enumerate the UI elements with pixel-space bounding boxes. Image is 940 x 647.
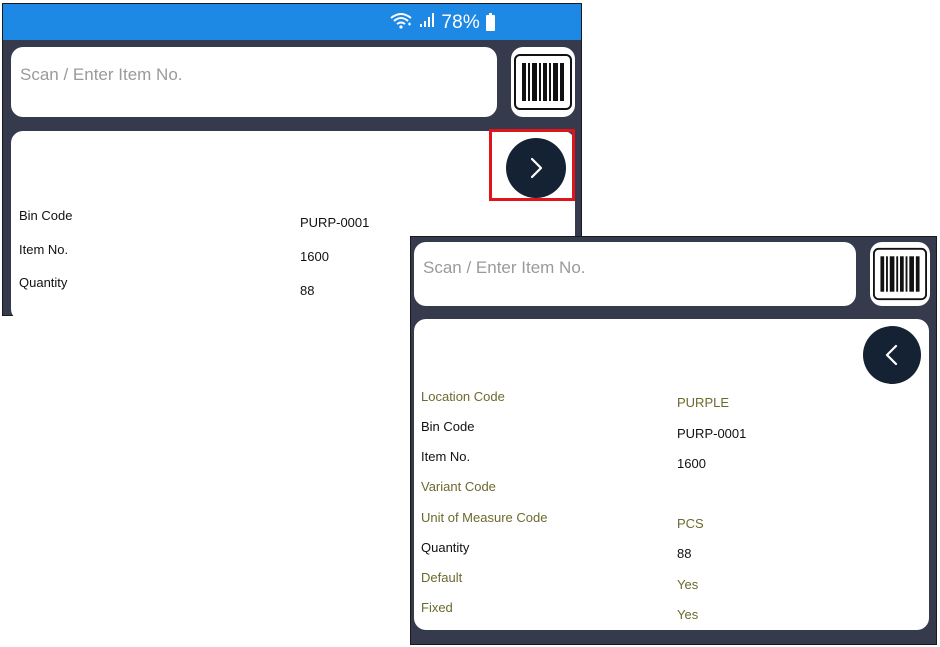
barcode-icon bbox=[514, 54, 572, 110]
status-bar: 78% bbox=[3, 4, 581, 40]
barcode-scan-button[interactable] bbox=[511, 47, 575, 117]
chevron-left-icon bbox=[885, 344, 898, 366]
field-label-bin-code: Bin Code bbox=[421, 419, 475, 434]
field-value-location-code: PURPLE bbox=[677, 395, 730, 410]
field-label-bin-code: Bin Code bbox=[19, 208, 73, 223]
field-label-item-no: Item No. bbox=[421, 449, 471, 464]
item-search-field[interactable] bbox=[414, 242, 856, 306]
field-value-fixed: Yes bbox=[677, 607, 699, 622]
field-value-quantity: 88 bbox=[677, 546, 692, 561]
battery-icon bbox=[486, 12, 495, 31]
field-value-item-no: 1600 bbox=[677, 456, 706, 471]
barcode-scan-button[interactable] bbox=[870, 242, 930, 306]
barcode-icon bbox=[873, 247, 927, 301]
field-value-item-no: 1600 bbox=[300, 249, 329, 264]
field-label-quantity: Quantity bbox=[421, 540, 470, 555]
field-label-unit-of-measure-code: Unit of Measure Code bbox=[421, 510, 548, 525]
field-label-location-code: Location Code bbox=[421, 389, 505, 404]
field-label-default: Default bbox=[421, 570, 463, 585]
wifi-icon bbox=[389, 11, 413, 34]
field-label-variant-code: Variant Code bbox=[421, 479, 496, 494]
field-label-quantity: Quantity bbox=[19, 275, 68, 290]
field-value-unit-of-measure-code: PCS bbox=[677, 516, 704, 531]
item-search-input[interactable] bbox=[421, 257, 856, 279]
field-value-quantity: 88 bbox=[300, 283, 315, 298]
screen-2: Location Code PURPLE Bin Code PURP-0001 … bbox=[410, 236, 937, 645]
field-value-default: Yes bbox=[677, 577, 699, 592]
field-label-fixed: Fixed bbox=[421, 600, 453, 615]
back-button[interactable] bbox=[863, 326, 921, 384]
field-label-item-no: Item No. bbox=[19, 242, 69, 257]
signal-icon bbox=[419, 12, 435, 33]
item-details-card bbox=[414, 319, 929, 630]
item-search-field[interactable] bbox=[11, 47, 497, 117]
battery-percent: 78% bbox=[441, 11, 480, 33]
item-search-input[interactable] bbox=[18, 64, 497, 86]
status-icons: 78% bbox=[389, 11, 495, 34]
field-value-bin-code: PURP-0001 bbox=[677, 426, 747, 441]
next-button-highlight bbox=[489, 129, 575, 201]
field-value-bin-code: PURP-0001 bbox=[300, 215, 370, 230]
